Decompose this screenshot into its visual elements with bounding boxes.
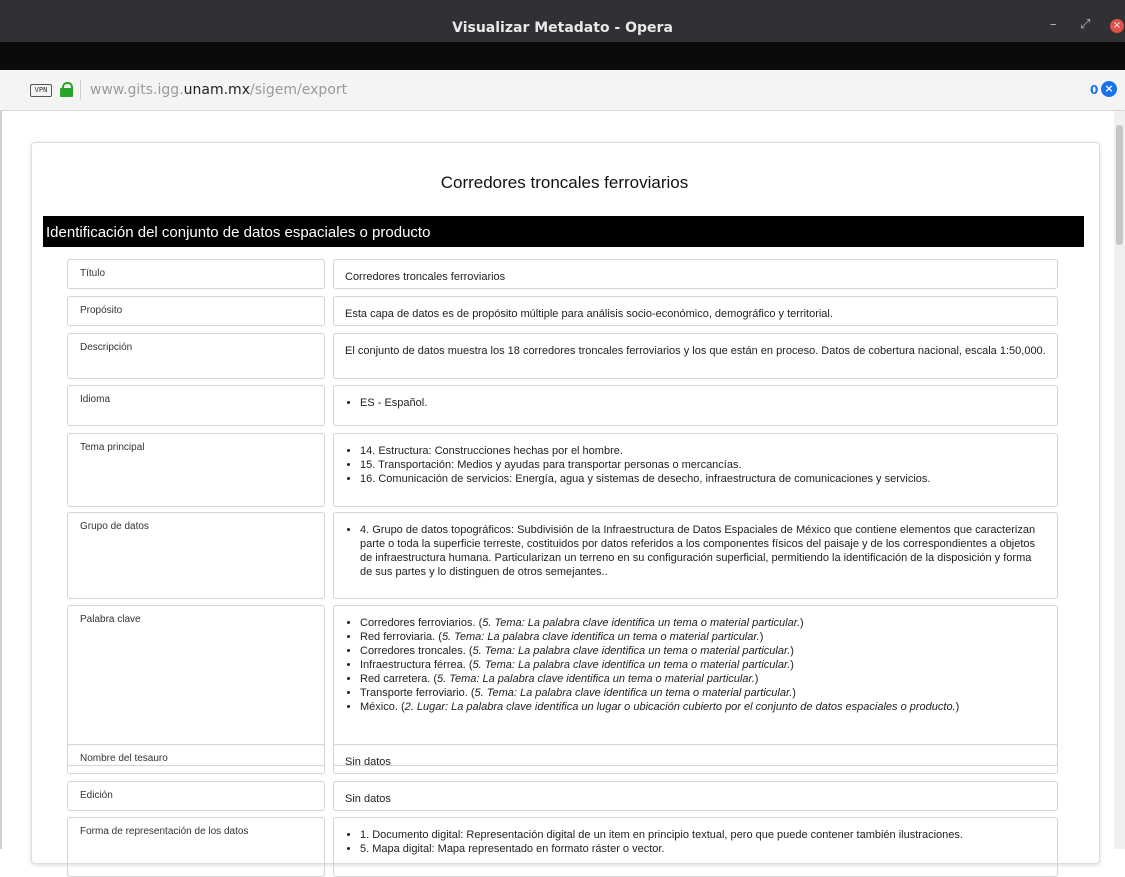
address-separator [80,80,81,100]
url-prefix: www.gits.igg. [90,82,184,98]
section-title: Identificación del conjunto de datos esp… [46,224,431,241]
list-item: 1. Documento digital: Representación dig… [360,828,1046,842]
row-value: 4. Grupo de datos topográficos: Subdivis… [333,512,1058,599]
section-header: Identificación del conjunto de datos esp… [43,216,1084,247]
row-value: Esta capa de datos es de propósito múlti… [333,296,1058,326]
keyword-item: Transporte ferroviario. (5. Tema: La pal… [360,686,1046,700]
list-item: 15. Transportación: Medios y ayudas para… [360,458,1046,472]
scrollbar-thumb[interactable] [1116,125,1123,245]
vpn-badge-icon[interactable]: VPN [30,84,52,97]
row-label: Nombre del tesauro [67,744,325,774]
row-value: Sin datos [333,744,1058,774]
row-label: Palabra clave [67,605,325,766]
row-label: Idioma [67,385,325,426]
document-title: Corredores troncales ferroviarios [440,173,689,192]
row-value: El conjunto de datos muestra los 18 corr… [333,333,1058,379]
row-label: Título [67,259,325,289]
row-label: Edición [67,781,325,811]
lock-icon[interactable] [60,82,73,97]
url-field[interactable]: www.gits.igg.unam.mx/sigem/export [90,80,347,100]
row-value: 14. Estructura: Construcciones hechas po… [333,433,1058,507]
keyword-item: Red carretera. (5. Tema: La palabra clav… [360,672,1046,686]
row-titulo: Título Corredores troncales ferroviarios [67,259,1058,289]
row-edicion: Edición Sin datos [67,781,1058,811]
row-tesauro: Nombre del tesauro Sin datos [67,744,1058,774]
list-item: 16. Comunicación de servicios: Energía, … [360,472,1046,486]
keyword-item: Corredores troncales. (5. Tema: La palab… [360,644,1046,658]
list-item: ES - Español. [360,396,1046,410]
toolbar-strip [0,42,1125,70]
restore-icon[interactable]: ⤢ [1080,17,1090,32]
window-title: Visualizar Metadato - Opera [452,20,673,36]
blocker-count[interactable]: 0 [1090,83,1098,97]
row-value: Corredores troncales ferroviarios [333,259,1058,289]
row-palabra-clave: Palabra clave Corredores ferroviarios. (… [67,605,1058,766]
list-item: 14. Estructura: Construcciones hechas po… [360,444,1046,458]
row-label: Grupo de datos [67,512,325,599]
keyword-item: Corredores ferroviarios. (5. Tema: La pa… [360,616,1046,630]
row-proposito: Propósito Esta capa de datos es de propó… [67,296,1058,326]
list-item: 4. Grupo de datos topográficos: Subdivis… [360,523,1046,579]
row-label: Tema principal [67,433,325,507]
row-value: Corredores ferroviarios. (5. Tema: La pa… [333,605,1058,766]
blocker-badge-icon[interactable]: × [1101,81,1117,97]
url-path: /sigem/export [249,82,348,98]
row-label: Descripción [67,333,325,379]
keyword-item: México. (2. Lugar: La palabra clave iden… [360,700,1046,714]
url-domain: unam.mx [183,82,250,98]
row-value: 1. Documento digital: Representación dig… [333,817,1058,877]
row-label: Propósito [67,296,325,326]
row-label: Forma de representación de los datos [67,817,325,877]
row-tema-principal: Tema principal 14. Estructura: Construcc… [67,433,1058,507]
window-titlebar: Visualizar Metadato - Opera – ⤢ × [0,0,1125,42]
row-forma-representacion: Forma de representación de los datos 1. … [67,817,1058,877]
row-value: ES - Español. [333,385,1058,426]
keyword-item: Red ferroviaria. (5. Tema: La palabra cl… [360,630,1046,644]
keyword-item: Infraestructura férrea. (5. Tema: La pal… [360,658,1046,672]
row-value: Sin datos [333,781,1058,811]
window-left-edge [0,111,2,849]
row-grupo-datos: Grupo de datos 4. Grupo de datos topográ… [67,512,1058,599]
list-item: 5. Mapa digital: Mapa representado en fo… [360,842,1046,856]
row-descripcion: Descripción El conjunto de datos muestra… [67,333,1058,379]
row-idioma: Idioma ES - Español. [67,385,1058,426]
minimize-icon[interactable]: – [1050,17,1057,32]
close-icon[interactable]: × [1110,19,1124,33]
